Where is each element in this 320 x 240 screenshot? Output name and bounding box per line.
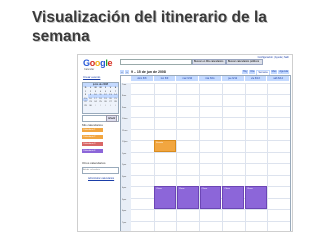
hour-line xyxy=(131,220,290,222)
hour-line xyxy=(131,105,290,107)
hour-label: 10am xyxy=(122,118,128,121)
slide-title: Visualización del itinerario de la seman… xyxy=(32,9,267,45)
hour-label: 8am xyxy=(122,95,127,98)
hour-label: 4pm xyxy=(122,187,127,190)
other-calendars-heading[interactable]: Otros calendarios xyxy=(82,161,106,165)
calendar-logo-subtitle: Calendar xyxy=(84,68,95,71)
hour-line xyxy=(131,94,290,96)
view-tab[interactable]: Mes xyxy=(270,70,278,74)
hour-line xyxy=(131,163,290,165)
calendar-event[interactable]: Evento xyxy=(154,140,176,152)
hour-label: 3pm xyxy=(122,175,127,178)
search-input[interactable] xyxy=(120,59,192,65)
hour-label: 11am xyxy=(122,129,128,132)
day-header[interactable]: mié 6/11 xyxy=(199,76,222,81)
view-tab[interactable]: Hoy xyxy=(241,70,249,74)
hour-label: 7am xyxy=(122,84,127,86)
day-header[interactable]: vie 6/13 xyxy=(244,76,268,81)
hour-line xyxy=(131,128,290,130)
quick-add-button[interactable]: Añadir xyxy=(106,115,118,122)
search-public-calendars-button[interactable]: Buscar calendarios públicos xyxy=(226,59,263,65)
date-range: 9 – 15 de jun de 2008 xyxy=(130,70,166,74)
day-header[interactable]: dom 6/8 xyxy=(131,76,154,81)
hour-label: 9am xyxy=(122,106,127,109)
mini-calendar[interactable]: junio de 2008 D L M M J V S 1 2 3 4 5 6 7 8 9 10 11 12 13 14… xyxy=(82,82,119,114)
calendar-event[interactable]: Clase xyxy=(154,186,176,210)
view-tab[interactable]: Agenda xyxy=(278,70,289,74)
calendar-list-item[interactable]: Calendario 3 xyxy=(82,142,103,146)
hour-line xyxy=(131,209,290,211)
add-calendar-input[interactable]: Añadir calendario xyxy=(82,167,119,174)
calendar-list-item[interactable]: Calendario 1 xyxy=(82,128,103,132)
date-navigation: ‹ › 9 – 15 de jun de 2008 xyxy=(120,70,166,74)
hour-label: 5pm xyxy=(122,198,127,201)
calendar-list-item[interactable]: Calendario 2 xyxy=(82,135,103,139)
hour-label: 6pm xyxy=(122,210,127,213)
search-my-calendars-button[interactable]: Buscar en Mis calendarios xyxy=(192,59,226,65)
hour-label: 12pm xyxy=(122,141,128,144)
hour-label: 1pm xyxy=(122,152,127,155)
next-arrow-icon[interactable]: › xyxy=(125,70,129,74)
hour-line xyxy=(131,117,290,119)
logo-letter: e xyxy=(107,58,113,68)
manage-calendars-link[interactable]: Administrar calendarios xyxy=(88,177,114,180)
calendar-event[interactable]: Clase xyxy=(222,186,245,210)
week-grid[interactable]: dom 6/8 lun 6/9 mar 6/10 mié 6/11 jue 6/12 vi… xyxy=(120,75,291,231)
calendar-event[interactable]: Clase xyxy=(176,186,199,210)
day-header[interactable]: lun 6/9 xyxy=(153,76,177,81)
hour-line xyxy=(131,83,290,84)
hour-line xyxy=(131,151,290,153)
hour-label: 7pm xyxy=(122,221,127,224)
my-calendars-heading[interactable]: Mis calendarios xyxy=(82,123,103,127)
mini-calendar-grid[interactable]: D L M M J V S 1 2 3 4 5 6 7 8 9 10 11 12 13 14 15 16 17 18 19 20 21… xyxy=(83,87,118,109)
calendar-event[interactable]: Clase xyxy=(245,186,267,210)
hour-label: 2pm xyxy=(122,164,127,167)
day-header[interactable]: sáb 6/14 xyxy=(267,76,290,81)
hour-line xyxy=(131,174,290,176)
calendar-screenshot: Google Calendar Configuración | Ayuda | … xyxy=(77,54,293,232)
mini-calendar-day[interactable]: 5 xyxy=(113,105,118,109)
calendar-list-item[interactable]: Calendario 4 xyxy=(82,149,103,153)
view-tab[interactable]: Día xyxy=(249,70,256,74)
day-header[interactable]: mar 6/10 xyxy=(176,76,200,81)
google-logo: Google xyxy=(83,58,113,68)
create-event-link[interactable]: Crear evento xyxy=(83,75,100,79)
logo-letter: G xyxy=(83,58,90,68)
prev-arrow-icon[interactable]: ‹ xyxy=(120,70,124,74)
day-header[interactable]: jue 6/12 xyxy=(221,76,245,81)
calendar-event[interactable]: Clase xyxy=(199,186,222,210)
